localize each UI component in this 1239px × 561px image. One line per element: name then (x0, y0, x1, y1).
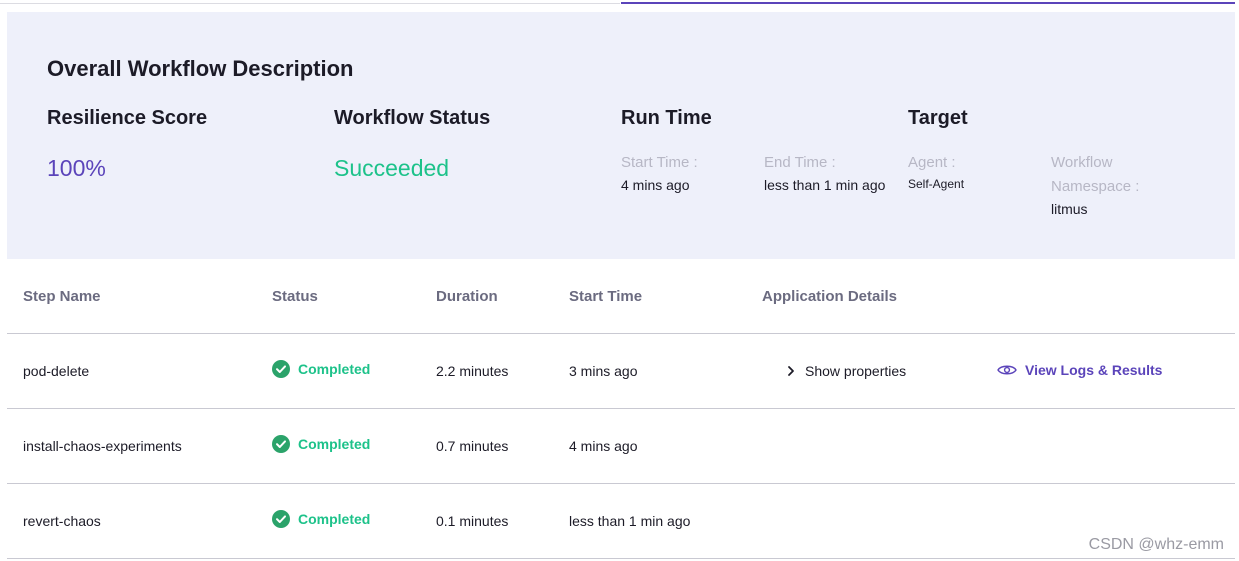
step-status: Completed (272, 510, 370, 528)
table-bottom-border (7, 558, 1235, 559)
view-logs-results-button[interactable]: View Logs & Results (997, 362, 1162, 378)
step-duration: 0.7 minutes (436, 438, 509, 454)
step-duration: 2.2 minutes (436, 363, 509, 379)
active-tab-indicator (621, 2, 1235, 4)
header-application-details: Application Details (762, 288, 898, 305)
step-name: pod-delete (23, 363, 90, 379)
end-time-label: End Time : (764, 154, 836, 171)
watermark: CSDN @whz-emm (1088, 536, 1224, 553)
end-time-value: less than 1 min ago (764, 177, 886, 193)
workflow-namespace-value: litmus (1051, 201, 1088, 217)
show-properties-button[interactable]: Show properties (785, 363, 906, 379)
eye-icon (997, 365, 1017, 375)
step-duration: 0.1 minutes (436, 513, 509, 529)
resilience-score-value: 100% (47, 155, 106, 181)
header-start-time: Start Time (569, 288, 643, 305)
table-row: revert-chaos Completed 0.1 minutes less … (7, 483, 1235, 559)
resilience-score-label: Resilience Score (47, 107, 208, 129)
header-duration: Duration (436, 288, 498, 305)
tab-bar (0, 0, 1239, 4)
workflow-steps-table: Step Name Status Duration Start Time App… (7, 259, 1235, 561)
start-time-label: Start Time : (621, 154, 698, 171)
summary-title: Overall Workflow Description (47, 56, 354, 81)
workflow-namespace-label-line2: Namespace : (1051, 178, 1140, 195)
workflow-summary-panel: Overall Workflow Description Resilience … (7, 12, 1235, 259)
step-start-time: 4 mins ago (569, 438, 638, 454)
run-time-label: Run Time (621, 107, 712, 129)
step-status: Completed (272, 435, 370, 453)
target-label: Target (908, 107, 968, 129)
chevron-right-icon (788, 366, 794, 376)
check-circle-icon (272, 510, 290, 528)
view-logs-label: View Logs & Results (1025, 362, 1163, 378)
step-start-time: 3 mins ago (569, 363, 638, 379)
header-step-name: Step Name (23, 288, 101, 305)
step-start-time: less than 1 min ago (569, 513, 691, 529)
workflow-status-label: Workflow Status (334, 107, 491, 129)
step-name: install-chaos-experiments (23, 438, 182, 454)
workflow-status-value: Succeeded (334, 155, 450, 181)
table-row: pod-delete Completed 2.2 minutes 3 mins … (7, 333, 1235, 409)
status-text: Completed (298, 361, 371, 377)
step-name: revert-chaos (23, 513, 101, 529)
tab-divider (0, 3, 620, 4)
step-status: Completed (272, 360, 370, 378)
show-properties-label: Show properties (805, 363, 907, 379)
table-row: install-chaos-experiments Completed 0.7 … (7, 408, 1235, 484)
check-circle-icon (272, 360, 290, 378)
start-time-value: 4 mins ago (621, 177, 690, 193)
status-text: Completed (298, 511, 371, 527)
workflow-namespace-label-line1: Workflow (1051, 154, 1113, 171)
status-text: Completed (298, 436, 371, 452)
header-status: Status (272, 288, 318, 305)
agent-value: Self-Agent (908, 177, 965, 191)
check-circle-icon (272, 435, 290, 453)
agent-label: Agent : (908, 154, 956, 171)
